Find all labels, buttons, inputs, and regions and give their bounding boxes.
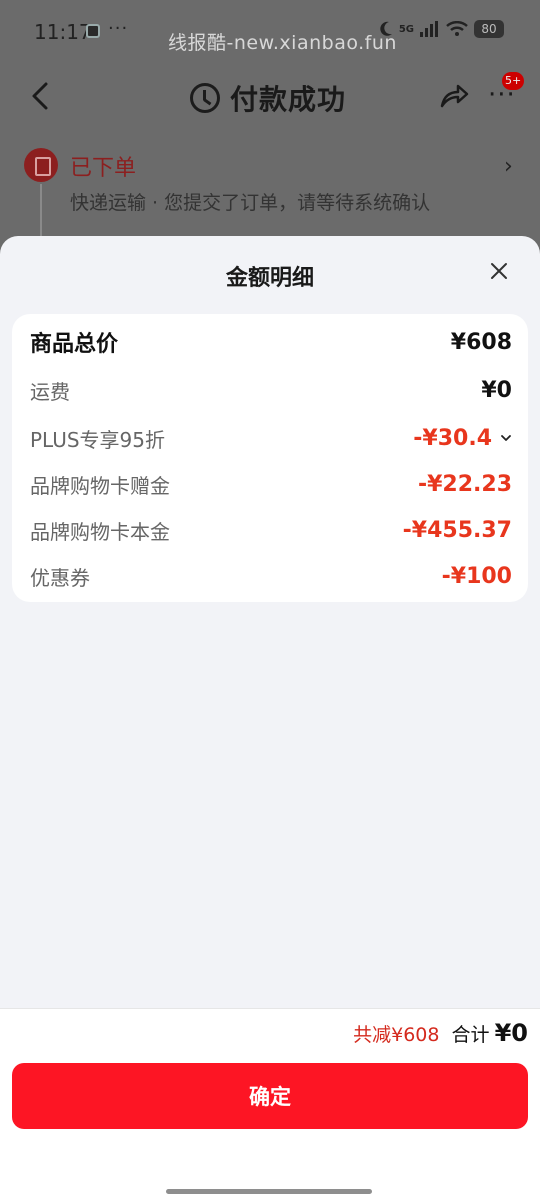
share-icon[interactable] — [438, 80, 470, 112]
timeline-line — [40, 184, 42, 244]
status-more-dots: ··· — [108, 18, 129, 39]
chevron-down-icon[interactable] — [500, 432, 512, 444]
amount-card: 商品总价 ¥608 运费 ¥0 PLUS专享95折 -¥30.4 品牌购物卡赠金… — [12, 314, 528, 602]
nav-title-group: 付款成功 — [190, 78, 346, 118]
total-value: ¥0 — [494, 1019, 528, 1047]
row-label: PLUS专享95折 — [30, 427, 165, 452]
row-label: 品牌购物卡赠金 — [30, 473, 170, 498]
nav-bar: 付款成功 ··· 5+ — [0, 66, 540, 126]
app-notification-icon — [86, 24, 100, 38]
order-status-row[interactable]: 已下单 快递运输 · 您提交了订单，请等待系统确认 › — [0, 140, 540, 244]
page-title: 付款成功 — [230, 83, 347, 116]
total-group: 合计 ¥0 — [451, 1019, 528, 1047]
row-gift-card-bonus: 品牌购物卡赠金 -¥22.23 — [30, 466, 512, 502]
close-icon[interactable] — [488, 260, 510, 282]
background-page: 11:17 ··· 线报酷-new.xianbao.fun 5G 80 付款成功 — [0, 0, 540, 260]
price-summary: 共减¥608 合计 ¥0 — [353, 1019, 528, 1047]
status-bar: 11:17 ··· 线报酷-new.xianbao.fun 5G 80 — [0, 0, 540, 62]
row-value: ¥0 — [481, 377, 512, 403]
row-gift-card-principal: 品牌购物卡本金 -¥455.37 — [30, 512, 512, 548]
watermark: 线报酷-new.xianbao.fun — [168, 32, 397, 54]
row-label: 运费 — [30, 379, 70, 404]
order-status: 已下单 — [70, 156, 137, 181]
chevron-right-icon: › — [504, 154, 513, 179]
wifi-icon — [446, 21, 468, 36]
row-value: -¥455.37 — [402, 517, 512, 543]
row-goods-total: 商品总价 ¥608 — [30, 324, 512, 360]
row-label: 商品总价 — [30, 332, 119, 357]
signal-icon — [420, 21, 440, 37]
row-plus-discount[interactable]: PLUS专享95折 -¥30.4 — [30, 420, 512, 456]
sheet-title: 金额明细 — [225, 266, 314, 291]
sheet-footer: 共减¥608 合计 ¥0 确定 — [0, 1008, 540, 1201]
row-label: 优惠券 — [30, 565, 90, 590]
row-shipping: 运费 ¥0 — [30, 372, 512, 408]
message-badge: 5+ — [502, 72, 525, 90]
status-time: 11:17 — [34, 20, 92, 44]
row-coupon: 优惠券 -¥100 — [30, 558, 512, 594]
row-value: ¥608 — [450, 329, 512, 355]
row-value: -¥30.4 — [413, 425, 492, 451]
confirm-button[interactable]: 确定 — [12, 1063, 528, 1129]
row-value-wrap: -¥30.4 — [413, 426, 512, 451]
total-reduction: 共减¥608 — [353, 1024, 440, 1046]
row-value: -¥22.23 — [417, 471, 512, 497]
row-label: 品牌购物卡本金 — [30, 519, 170, 544]
back-icon[interactable] — [28, 80, 56, 112]
sheet-header: 金额明细 — [0, 236, 540, 312]
order-icon — [24, 148, 58, 182]
order-description: 快递运输 · 您提交了订单，请等待系统确认 — [70, 192, 431, 214]
home-indicator — [166, 1189, 372, 1194]
moon-icon — [380, 21, 392, 36]
network-label: 5G — [398, 23, 414, 35]
clock-icon — [190, 83, 220, 113]
battery-icon: 80 — [474, 20, 504, 38]
row-value: -¥100 — [441, 563, 512, 589]
total-label: 合计 — [451, 1024, 490, 1046]
status-icons: 5G 80 — [379, 20, 504, 38]
